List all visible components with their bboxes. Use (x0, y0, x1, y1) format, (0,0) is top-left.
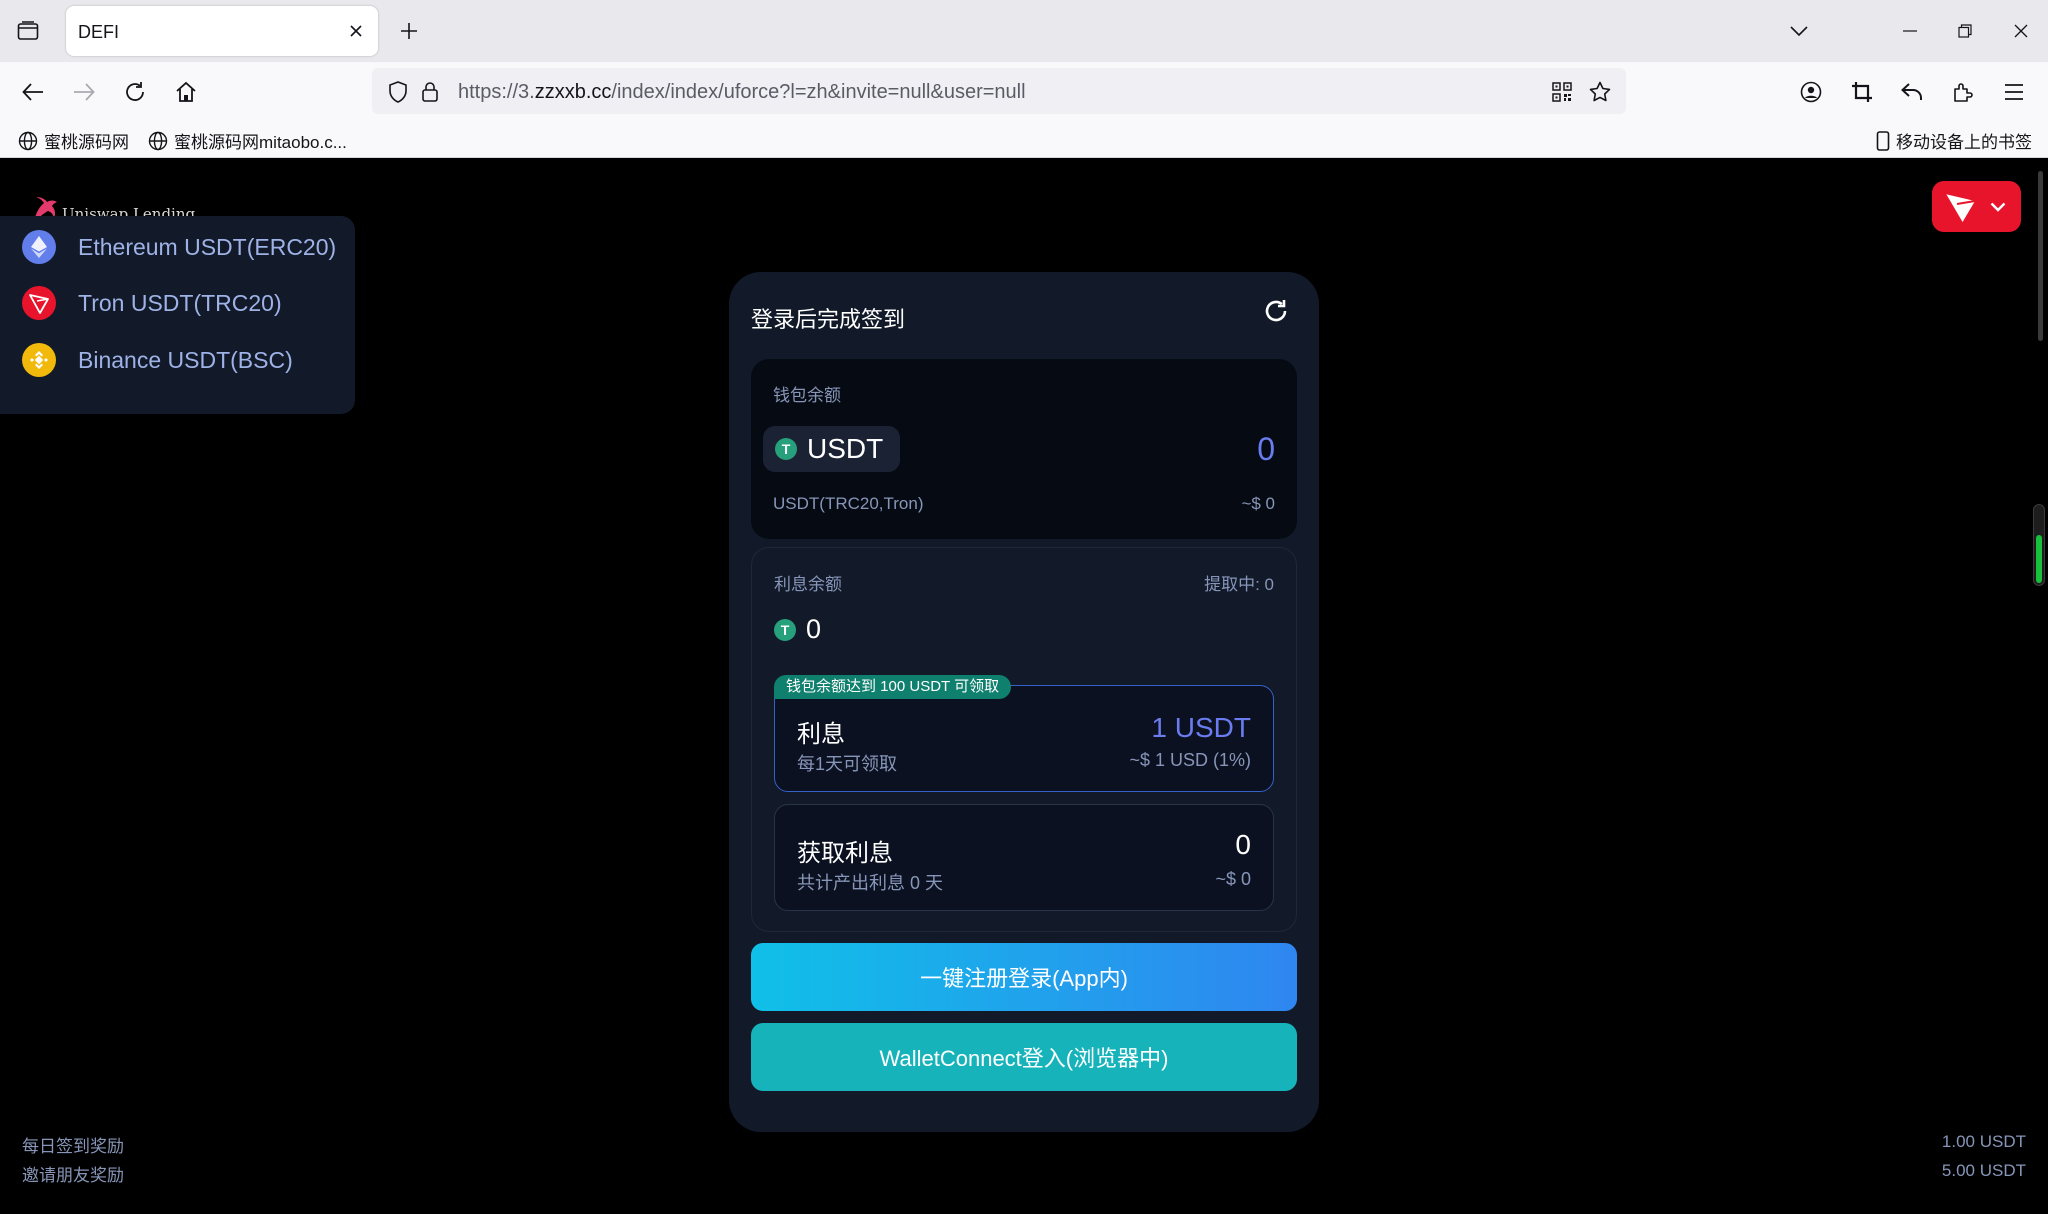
new-tab-plus-icon[interactable] (396, 18, 422, 44)
earned-interest-usd: ~$ 0 (1215, 869, 1251, 889)
tether-icon: T (775, 438, 797, 460)
tron-icon (1944, 192, 1976, 224)
undo-arrow-icon[interactable] (1897, 77, 1927, 107)
interest-balance-row: T 0 (774, 614, 821, 645)
invite-reward-value: 5.00 USDT (1941, 1161, 2026, 1180)
side-scroll-indicator[interactable] (2033, 504, 2045, 586)
close-tab-icon[interactable] (346, 21, 366, 41)
home-icon[interactable] (171, 77, 201, 107)
chain-selector-button[interactable] (1932, 181, 2021, 232)
restore-icon[interactable] (1950, 16, 1980, 46)
network-option-label: Ethereum USDT(ERC20) (78, 233, 337, 260)
checkin-card: 登录后完成签到 钱包余额 T USDT 0 USDT(TRC20,Tron) ~… (729, 272, 1319, 1132)
network-dropdown: Ethereum USDT(ERC20) Tron USDT(TRC20) Bi… (0, 216, 355, 414)
interest-balance-value: 0 (806, 614, 822, 644)
tab-overflow-chevron-icon[interactable] (1784, 16, 1814, 46)
mobile-bookmarks-folder[interactable]: 移动设备上的书签 (1876, 128, 2032, 153)
tether-icon: T (774, 618, 796, 641)
qr-code-icon[interactable] (1550, 80, 1574, 104)
globe-icon (18, 131, 38, 150)
wallet-usd-value: ~$ 0 (1241, 494, 1275, 513)
withdrawing-status: 提取中: 0 (1204, 575, 1274, 594)
token-selector[interactable]: T USDT (763, 426, 900, 472)
mobile-bookmarks-label: 移动设备上的书签 (1896, 133, 2032, 152)
interest-tier-option[interactable]: 钱包余额达到 100 USDT 可领取 利息 每1天可领取 1 USDT ~$ … (774, 675, 1274, 792)
scroll-indicator-fill (2036, 535, 2042, 583)
wallet-balance-label: 钱包余额 (773, 386, 841, 405)
invite-reward-label: 邀请朋友奖励 (22, 1166, 124, 1185)
tron-icon (22, 286, 56, 320)
bookmark-item[interactable]: 蜜桃源码网mitaobo.c... (148, 128, 347, 153)
minimize-icon[interactable] (1895, 16, 1925, 46)
menu-hamburger-icon[interactable] (1999, 77, 2029, 107)
network-option-label: Binance USDT(BSC) (78, 346, 293, 373)
wallet-network-label: USDT(TRC20,Tron) (773, 494, 924, 513)
url-bar[interactable]: https://3.zzxxb.cc/index/index/uforce?l=… (372, 68, 1626, 114)
earned-interest-value: 0 (1235, 829, 1251, 860)
refresh-icon[interactable] (1261, 296, 1291, 326)
bookmark-star-icon[interactable] (1588, 80, 1612, 104)
extensions-puzzle-icon[interactable] (1948, 77, 1978, 107)
network-option-binance[interactable]: Binance USDT(BSC) (22, 343, 293, 377)
earned-interest-box: 获取利息 共计产出利息 0 天 0 ~$ 0 (774, 804, 1274, 911)
screenshot-crop-icon[interactable] (1847, 77, 1877, 107)
mobile-device-icon (1876, 130, 1890, 151)
card-title: 登录后完成签到 (751, 307, 906, 332)
wallet-balance-panel: 钱包余额 T USDT 0 USDT(TRC20,Tron) ~$ 0 (751, 359, 1297, 539)
bookmark-label: 蜜桃源码网 (44, 133, 129, 152)
wallet-balance-value: 0 (1257, 431, 1275, 467)
walletconnect-login-button[interactable]: WalletConnect登入(浏览器中) (751, 1023, 1297, 1091)
network-option-tron[interactable]: Tron USDT(TRC20) (22, 286, 282, 320)
bookmark-item[interactable]: 蜜桃源码网 (18, 128, 129, 153)
tier-frequency: 每1天可领取 (797, 754, 898, 774)
close-window-icon[interactable] (2006, 16, 2036, 46)
reload-icon[interactable] (120, 77, 150, 107)
account-icon[interactable] (1796, 77, 1826, 107)
browser-tab-bar: DEFI (0, 0, 2048, 62)
bookmarks-toolbar: 蜜桃源码网 蜜桃源码网mitaobo.c... 移动设备上的书签 (0, 120, 2048, 158)
back-arrow-icon[interactable] (18, 77, 48, 107)
network-option-ethereum[interactable]: Ethereum USDT(ERC20) (22, 230, 336, 264)
binance-icon (22, 343, 56, 377)
globe-icon (148, 131, 168, 150)
earned-interest-days: 共计产出利息 0 天 (797, 873, 944, 893)
tier-name: 利息 (797, 721, 845, 748)
tracking-shield-icon[interactable] (386, 80, 410, 104)
tier-amount: 1 USDT (1151, 712, 1251, 743)
daily-checkin-reward-value: 1.00 USDT (1941, 1132, 2026, 1151)
browser-nav-bar: https://3.zzxxb.cc/index/index/uforce?l=… (0, 62, 2048, 120)
page-scrollbar[interactable] (2038, 171, 2043, 341)
url-text[interactable]: https://3.zzxxb.cc/index/index/uforce?l=… (458, 81, 1026, 104)
page-content: Uniswap Lending Ethereum USDT(ERC20) Tro… (0, 159, 2048, 1214)
tab-list-icon[interactable] (14, 18, 42, 44)
tier-usd: ~$ 1 USD (1%) (1129, 750, 1251, 770)
lock-icon[interactable] (418, 80, 442, 104)
interest-balance-panel: 利息余额 提取中: 0 T 0 钱包余额达到 100 USDT 可领取 利息 每… (751, 547, 1297, 932)
chevron-down-icon (1990, 202, 2006, 212)
app-login-button[interactable]: 一键注册登录(App内) (751, 943, 1297, 1011)
browser-tab-active[interactable]: DEFI (66, 6, 378, 56)
forward-arrow-icon[interactable] (69, 77, 99, 107)
tab-title: DEFI (78, 22, 120, 42)
ethereum-icon (22, 230, 56, 264)
earned-interest-title: 获取利息 (797, 840, 893, 867)
network-option-label: Tron USDT(TRC20) (78, 289, 282, 316)
tier-requirement-badge: 钱包余额达到 100 USDT 可领取 (774, 675, 1012, 699)
interest-balance-label: 利息余额 (774, 575, 842, 594)
token-symbol: USDT (807, 433, 884, 464)
daily-checkin-reward-label: 每日签到奖励 (22, 1137, 124, 1156)
bookmark-label: 蜜桃源码网mitaobo.c... (174, 133, 347, 152)
